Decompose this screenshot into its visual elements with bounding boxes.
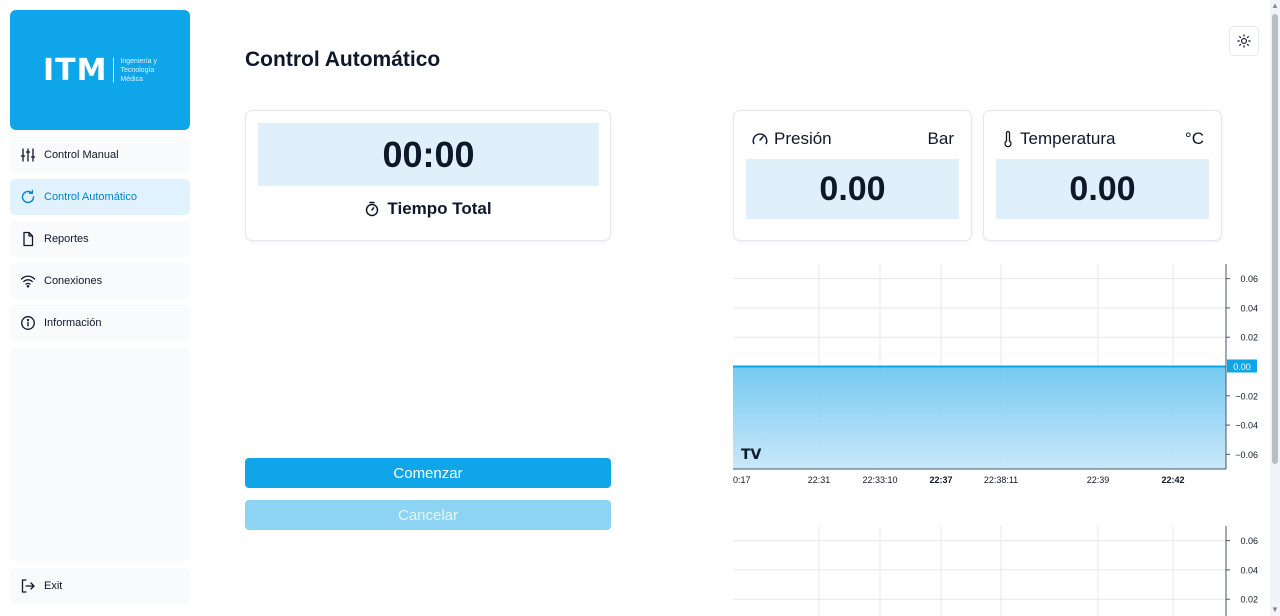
temperature-value: 0.00 <box>996 159 1209 219</box>
temperature-header: Temperatura °C <box>1001 129 1204 149</box>
timer-label-row: Tiempo Total <box>246 199 610 219</box>
x-tick-label: 0:17 <box>733 475 751 485</box>
scroll-down-arrow-icon[interactable]: ▼ <box>1271 605 1279 614</box>
x-tick-label: 22:31 <box>808 475 831 485</box>
sidebar-item-label: Control Manual <box>44 149 119 161</box>
y-tick-label: 0.04 <box>1240 303 1258 313</box>
sidebar-item-label: Información <box>44 317 102 329</box>
timer-display: 00:00 <box>258 123 599 186</box>
y-tick-label: 0.02 <box>1240 333 1258 343</box>
info-icon <box>20 315 36 331</box>
temperature-card: Temperatura °C 0.00 <box>983 110 1222 241</box>
y-tick-label: −0.04 <box>1235 421 1258 431</box>
logo-subtitle: Ingeniería y Tecnología Médica <box>120 57 158 83</box>
tradingview-watermark-icon: TV <box>741 447 762 463</box>
x-tick-label: 22:42 <box>1161 475 1184 485</box>
scrollbar-thumb[interactable] <box>1272 14 1278 464</box>
sidebar: ITM Ingeniería y Tecnología Médica Contr… <box>0 0 200 616</box>
sidebar-item-conexiones[interactable]: Conexiones <box>10 263 190 299</box>
x-tick-label: 22:33:10 <box>862 475 897 485</box>
file-icon <box>20 231 36 247</box>
sidebar-item-label: Control Automático <box>44 191 137 203</box>
sidebar-item-control-automatico[interactable]: Control Automático <box>10 179 190 215</box>
page-title: Control Automático <box>245 48 441 71</box>
temperature-unit: °C <box>1184 129 1204 148</box>
sun-icon <box>1237 34 1251 48</box>
pressure-label: Presión <box>774 129 832 148</box>
refresh-icon <box>20 189 36 205</box>
x-tick-label: 22:37 <box>929 475 952 485</box>
logo: ITM Ingeniería y Tecnología Médica <box>10 10 190 130</box>
temperature-chart[interactable]: 0.06 0.04 0.02 <box>733 526 1268 616</box>
sidebar-item-control-manual[interactable]: Control Manual <box>10 137 190 173</box>
start-button[interactable]: Comenzar <box>245 458 611 488</box>
y-tick-label: 0.02 <box>1240 595 1258 605</box>
exit-icon <box>20 578 36 594</box>
pressure-card: Presión Bar 0.00 <box>733 110 972 241</box>
x-tick-label: 22:38:11 <box>984 475 1018 485</box>
page-scrollbar[interactable]: ▲ ▼ <box>1270 0 1280 616</box>
sliders-icon <box>20 147 36 163</box>
logo-mark: ITM <box>42 52 108 88</box>
last-value-label: 0.00 <box>1233 362 1251 372</box>
series-area <box>733 366 1226 469</box>
y-tick-label: 0.06 <box>1240 274 1258 284</box>
y-tick-label: 0.06 <box>1240 536 1258 546</box>
y-tick-label: −0.06 <box>1235 450 1258 460</box>
y-tick-label: −0.02 <box>1235 391 1258 401</box>
temperature-label: Temperatura <box>1020 129 1116 148</box>
pressure-header: Presión Bar <box>751 129 954 149</box>
cancel-button[interactable]: Cancelar <box>245 500 611 530</box>
wifi-icon <box>20 273 36 289</box>
sidebar-spacer <box>10 348 190 561</box>
x-tick-label: 22:39 <box>1087 475 1110 485</box>
pressure-unit: Bar <box>927 129 954 148</box>
pressure-value: 0.00 <box>746 159 959 219</box>
sidebar-item-label: Exit <box>44 580 63 592</box>
sidebar-item-label: Reportes <box>44 233 89 245</box>
timer-label: Tiempo Total <box>387 199 492 218</box>
thermometer-icon <box>1004 130 1012 148</box>
logo-divider <box>113 57 115 83</box>
scroll-up-arrow-icon[interactable]: ▲ <box>1271 1 1279 10</box>
sidebar-item-informacion[interactable]: Información <box>10 305 190 341</box>
sidebar-item-label: Conexiones <box>44 275 103 287</box>
stopwatch-icon <box>366 201 379 217</box>
y-tick-label: 0.04 <box>1240 565 1258 575</box>
pressure-chart[interactable]: 0.06 0.04 0.02 −0.02 −0.04 −0.06 0.00 0:17 22:31… <box>733 264 1268 489</box>
sidebar-item-exit[interactable]: Exit <box>10 568 190 604</box>
timer-card: 00:00 Tiempo Total <box>245 110 611 241</box>
gauge-icon <box>752 133 768 145</box>
theme-toggle-button[interactable] <box>1229 26 1259 56</box>
sidebar-item-reportes[interactable]: Reportes <box>10 221 190 257</box>
